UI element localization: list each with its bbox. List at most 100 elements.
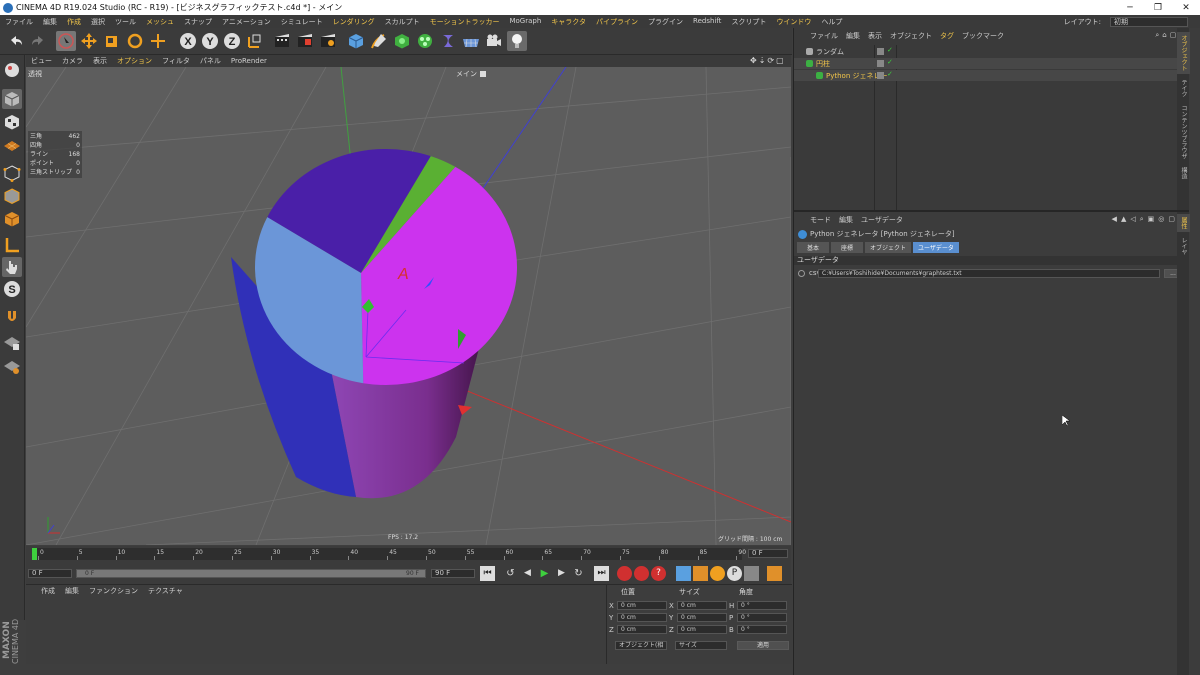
object-menu-item[interactable]: 編集: [842, 31, 864, 41]
undo-icon[interactable]: [6, 31, 26, 51]
new-attr-view-icon[interactable]: ▢: [1168, 215, 1175, 224]
rotate-icon[interactable]: [125, 31, 145, 51]
object-menu-item[interactable]: ファイル: [806, 31, 842, 41]
menu-item[interactable]: パイプライン: [591, 17, 643, 27]
camera-icon[interactable]: [484, 31, 504, 51]
next-key-icon[interactable]: ↻: [571, 566, 586, 581]
floor-scene-icon[interactable]: [461, 31, 481, 51]
menu-item[interactable]: レンダリング: [328, 17, 380, 27]
pie-top-disc[interactable]: [254, 149, 517, 385]
up-arrow-icon[interactable]: ▲: [1121, 215, 1126, 224]
model-mode-icon[interactable]: [2, 89, 22, 109]
menu-item[interactable]: ヘルプ: [816, 17, 847, 27]
point-level-key-icon[interactable]: [744, 566, 759, 581]
side-tab[interactable]: 構造: [1177, 164, 1190, 182]
attribute-menu-item[interactable]: ユーザデータ: [857, 215, 907, 225]
render-picture-viewer-icon[interactable]: [295, 31, 315, 51]
side-tab[interactable]: テイク: [1177, 76, 1190, 100]
menu-item[interactable]: スナップ: [179, 17, 217, 27]
z-axis-lock-icon[interactable]: Z: [222, 31, 242, 51]
orbit-icon[interactable]: ⟳: [767, 56, 774, 65]
animate-parameter-icon[interactable]: [798, 269, 805, 277]
side-tab[interactable]: 属性: [1177, 214, 1190, 232]
attribute-tab[interactable]: オブジェクト: [865, 242, 912, 253]
render-settings-icon[interactable]: [318, 31, 338, 51]
menu-item[interactable]: 選択: [86, 17, 110, 27]
material-menu-item[interactable]: 作成: [36, 586, 60, 596]
last-tool-icon[interactable]: [148, 31, 168, 51]
scale-key-icon[interactable]: [693, 566, 708, 581]
menu-item[interactable]: スカルプト: [380, 17, 425, 27]
workplane-mode-icon[interactable]: [2, 135, 22, 155]
menu-item[interactable]: 編集: [38, 17, 62, 27]
menu-item[interactable]: ウインドウ: [771, 17, 816, 27]
cube-object-icon[interactable]: [346, 31, 366, 51]
edges-mode-icon[interactable]: [2, 186, 22, 206]
pen-spline-icon[interactable]: [369, 31, 389, 51]
rotation-key-icon[interactable]: [710, 566, 725, 581]
object-row[interactable]: ランダム ✓: [794, 46, 1189, 57]
menu-item[interactable]: モーショントラッカー: [425, 17, 505, 27]
attribute-menu-item[interactable]: モード: [806, 215, 835, 225]
close-button[interactable]: ✕: [1172, 3, 1200, 13]
coordinate-mode-dropdown[interactable]: オブジェクト(相: [615, 641, 667, 650]
viewport-menu-item[interactable]: フィルタ: [157, 56, 195, 66]
workplane-lock-icon[interactable]: [2, 333, 22, 353]
redo-icon[interactable]: [28, 31, 48, 51]
menu-item[interactable]: ツール: [110, 17, 141, 27]
render-view-icon[interactable]: [272, 31, 292, 51]
enable-check-icon[interactable]: ✓: [887, 58, 893, 66]
viewport-menu-item[interactable]: ProRender: [226, 57, 272, 65]
magnet-icon[interactable]: [2, 307, 22, 327]
back-arrow-icon[interactable]: ◀: [1112, 215, 1117, 224]
attribute-tab[interactable]: ユーザデータ: [913, 242, 959, 253]
y-axis-lock-icon[interactable]: Y: [200, 31, 220, 51]
restore-button[interactable]: ❐: [1144, 3, 1172, 13]
coordinate-field[interactable]: 0 cm: [617, 613, 667, 622]
zoom-icon[interactable]: ⇣: [759, 56, 766, 65]
record-keys-icon[interactable]: [617, 566, 632, 581]
side-tab[interactable]: コンテンツブラウザ: [1177, 102, 1190, 162]
pan-icon[interactable]: ✥: [750, 56, 757, 65]
apply-button[interactable]: 適用: [737, 641, 789, 650]
lock-attr-icon[interactable]: ▣: [1148, 215, 1155, 224]
light-icon[interactable]: [507, 31, 527, 51]
size-mode-dropdown[interactable]: サイズ: [675, 641, 727, 650]
attribute-tab[interactable]: 基本: [797, 242, 829, 253]
go-to-end-icon[interactable]: ⏭: [594, 566, 609, 581]
viewport-menu-item[interactable]: オプション: [112, 56, 157, 66]
move-icon[interactable]: [79, 31, 99, 51]
material-menu-item[interactable]: ファンクション: [84, 586, 143, 596]
end-frame-field[interactable]: 90 F: [431, 569, 475, 578]
viewport-menu-item[interactable]: ビュー: [26, 56, 57, 66]
enable-check-icon[interactable]: ✓: [887, 46, 893, 54]
coordinate-field[interactable]: 0 °: [737, 613, 787, 622]
frame-ruler[interactable]: 0 5 10 15 20 25 30 35 40 45 50 55 60 65 70 75 80 85 90: [32, 548, 746, 560]
menu-item[interactable]: アニメーション: [217, 17, 276, 27]
visibility-toggle[interactable]: [877, 72, 884, 79]
material-menu-item[interactable]: 編集: [60, 586, 84, 596]
visibility-toggle[interactable]: [877, 60, 884, 67]
menu-item[interactable]: プラグイン: [643, 17, 688, 27]
object-row[interactable]: 円柱 ✓: [794, 58, 1189, 69]
coordinate-field[interactable]: 0 cm: [677, 601, 727, 610]
auto-key-icon[interactable]: [634, 566, 649, 581]
search-icon[interactable]: ⌕: [1155, 31, 1159, 40]
coordinate-field[interactable]: 0 °: [737, 601, 787, 610]
attribute-tab[interactable]: 座標: [831, 242, 863, 253]
object-menu-item[interactable]: オブジェクト: [886, 31, 936, 41]
timeline-layout-icon[interactable]: [767, 566, 782, 581]
object-menu-item[interactable]: 表示: [864, 31, 886, 41]
previous-frame-icon[interactable]: ◀: [520, 566, 535, 581]
side-tab[interactable]: オブジェクト: [1177, 32, 1190, 74]
coordinate-field[interactable]: 0 cm: [677, 613, 727, 622]
keyframe-selection-icon[interactable]: ?: [651, 566, 666, 581]
viewport-menu-item[interactable]: 表示: [88, 56, 112, 66]
planar-workplane-icon[interactable]: [2, 357, 22, 377]
menu-item[interactable]: スクリプト: [726, 17, 771, 27]
position-key-icon[interactable]: [676, 566, 691, 581]
viewport-menu-item[interactable]: パネル: [195, 56, 226, 66]
coordinate-field[interactable]: 0 cm: [617, 625, 667, 634]
go-to-start-icon[interactable]: ⏮: [480, 566, 495, 581]
enable-check-icon[interactable]: ✓: [887, 70, 893, 78]
